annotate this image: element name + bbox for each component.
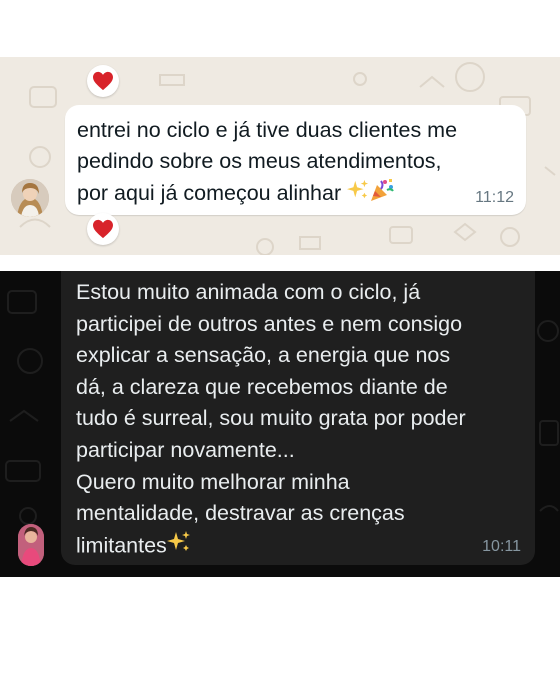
incoming-message-bubble[interactable]: entrei no ciclo e já tive duas clientes … bbox=[65, 105, 526, 215]
message-text: entrei no ciclo e já tive duas clientes … bbox=[77, 115, 517, 212]
dark-chat-screenshot: Estou muito animada com o ciclo, já part… bbox=[0, 271, 560, 577]
message-text: Estou muito animada com o ciclo, já part… bbox=[76, 277, 526, 563]
heart-reaction-bottom[interactable] bbox=[87, 213, 119, 245]
sparkles-icon bbox=[347, 179, 369, 210]
heart-icon bbox=[93, 219, 113, 239]
heart-icon bbox=[93, 71, 113, 91]
sparkles-icon bbox=[166, 530, 191, 564]
message-timestamp: 11:12 bbox=[475, 189, 514, 206]
avatar[interactable] bbox=[11, 179, 49, 217]
light-chat-screenshot: entrei no ciclo e já tive duas clientes … bbox=[0, 57, 560, 255]
heart-reaction-top[interactable] bbox=[87, 65, 119, 97]
message-timestamp: 10:11 bbox=[482, 538, 521, 555]
avatar[interactable] bbox=[18, 524, 44, 566]
party-popper-icon bbox=[369, 177, 395, 212]
incoming-message-bubble[interactable]: Estou muito animada com o ciclo, já part… bbox=[61, 271, 535, 565]
